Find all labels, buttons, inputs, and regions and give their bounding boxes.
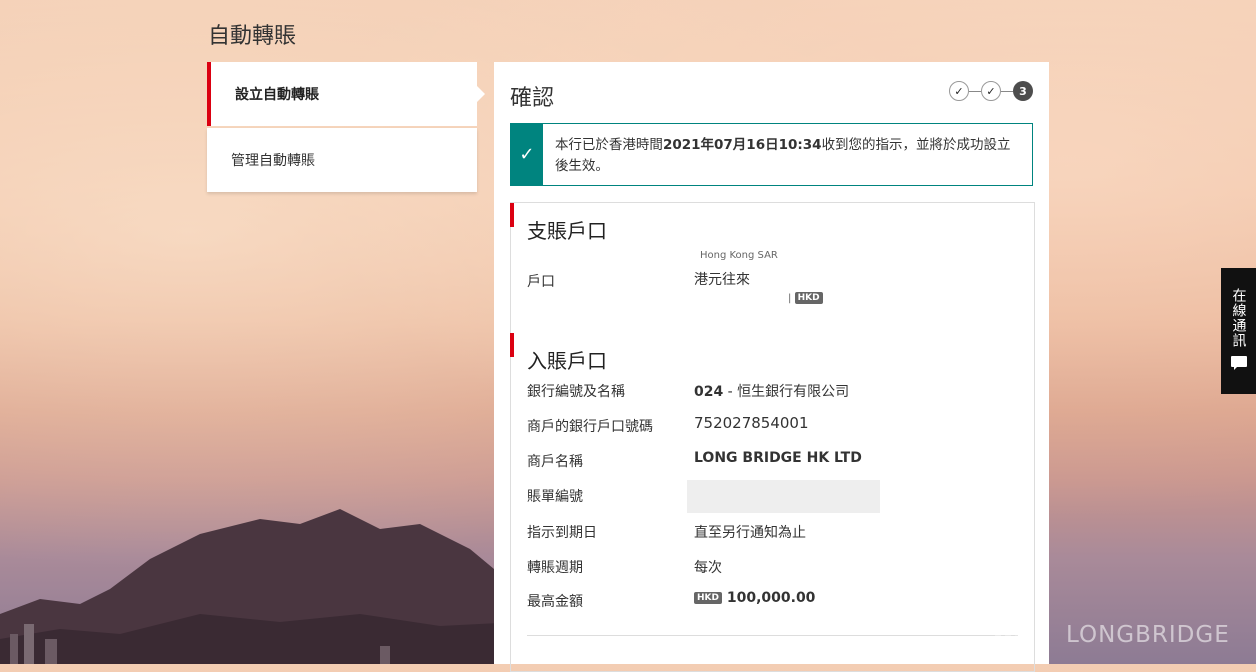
notice-datetime: 2021年07月16日10:34 (662, 137, 822, 153)
online-chat-button[interactable]: 在線通訊 (1221, 268, 1256, 394)
chat-label: 在線通訊 (1230, 288, 1247, 348)
notice-text-1: 本行已於香港時間 (554, 137, 663, 153)
watermark-logo-icon (995, 596, 1031, 640)
chat-bubble-icon (1230, 356, 1247, 370)
merchant-name-label: 商戶名稱 (527, 454, 583, 470)
frequency-label: 轉賬週期 (527, 560, 583, 576)
section-marker (510, 333, 514, 357)
bank-code-value: 024 - 恒生銀行有限公司 (694, 381, 849, 401)
step-connector (969, 90, 981, 92)
details-card: 支賬戶口 Hong Kong SAR 戶口 港元往來 | HKD 入賬戶口 銀行… (510, 202, 1035, 672)
divider (527, 635, 1018, 636)
bill-number-value (687, 480, 880, 513)
sidebar-item-label: 管理自動轉賬 (231, 153, 315, 169)
account-label: 戶口 (527, 274, 555, 290)
account-type: 港元往來 (694, 272, 750, 288)
confirmation-panel: 確認 ✓ ✓ 3 ✓ 本行已於香港時間2021年07月16日10:34收到您的指… (494, 62, 1049, 672)
merchant-account-label: 商戶的銀行戶口號碼 (527, 419, 653, 435)
notice-message: 本行已於香港時間2021年07月16日10:34收到您的指示，並將於成功設立後生… (543, 124, 1032, 185)
sidebar-item-manage-autopay[interactable]: 管理自動轉賬 (207, 128, 477, 192)
frequency-value: 每次 (694, 560, 722, 576)
merchant-account-value: 752027854001 (694, 414, 809, 432)
bill-number-label: 賬單編號 (527, 489, 583, 505)
bank-code: 024 (694, 384, 724, 400)
bank-name: - 恒生銀行有限公司 (723, 384, 850, 400)
watermark-text: LONGBRIDGE (1066, 622, 1230, 648)
section-marker (510, 203, 514, 227)
step-1-check-icon: ✓ (949, 81, 969, 101)
bank-code-label: 銀行編號及名稱 (527, 384, 625, 400)
background-skyline (0, 509, 520, 664)
max-amount-value: HKD 100,000.00 (694, 590, 815, 606)
step-indicator: ✓ ✓ 3 (949, 81, 1033, 101)
merchant-name-value: LONG BRIDGE HK LTD (694, 450, 862, 466)
step-connector (1001, 90, 1013, 92)
currency-badge: HKD (794, 292, 823, 304)
credit-section-title: 入賬戶口 (527, 349, 607, 373)
checkmark-icon: ✓ (511, 124, 543, 185)
step-3-current: 3 (1013, 81, 1033, 101)
max-amount: 100,000.00 (726, 590, 816, 606)
page-title: 自動轉賬 (208, 24, 297, 49)
currency-badge: HKD (694, 592, 722, 604)
step-2-check-icon: ✓ (981, 81, 1001, 101)
expiry-label: 指示到期日 (527, 525, 597, 541)
max-amount-label: 最高金額 (527, 594, 583, 610)
panel-title: 確認 (510, 86, 555, 111)
success-notice: ✓ 本行已於香港時間2021年07月16日10:34收到您的指示，並將於成功設立… (510, 123, 1033, 186)
account-currency: | HKD (788, 292, 823, 304)
sidebar-item-setup-autopay[interactable]: 設立自動轉賬 (207, 62, 485, 126)
debit-section-title: 支賬戶口 (527, 219, 607, 243)
sidebar-item-label: 設立自動轉賬 (235, 87, 319, 103)
expiry-value: 直至另行通知為止 (694, 525, 806, 541)
account-region: Hong Kong SAR (700, 250, 778, 261)
